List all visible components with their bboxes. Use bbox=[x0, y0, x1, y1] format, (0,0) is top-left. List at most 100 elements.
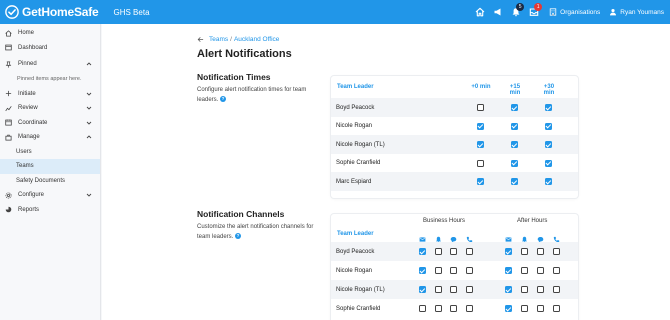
sidebar-item-coordinate[interactable]: Coordinate bbox=[0, 116, 100, 131]
help-icon[interactable]: ? bbox=[220, 96, 227, 103]
checkbox[interactable] bbox=[521, 286, 528, 293]
checkbox[interactable] bbox=[521, 305, 528, 312]
checkbox[interactable] bbox=[419, 267, 426, 274]
checkbox[interactable] bbox=[511, 122, 518, 130]
checkbox[interactable] bbox=[435, 286, 442, 293]
checkbox[interactable] bbox=[553, 286, 560, 293]
user-menu[interactable]: Ryan Youmans bbox=[609, 8, 664, 16]
coordinate-icon bbox=[4, 119, 12, 127]
checkbox[interactable] bbox=[419, 305, 426, 312]
help-icon[interactable]: ? bbox=[235, 233, 242, 240]
page-title: Alert Notifications bbox=[197, 48, 292, 60]
checkbox[interactable] bbox=[505, 267, 512, 274]
sidebar-item-dashboard[interactable]: Dashboard bbox=[0, 41, 100, 56]
chevron-up-icon bbox=[86, 135, 92, 139]
checkbox[interactable] bbox=[450, 305, 457, 312]
logo[interactable]: GetHomeSafe bbox=[5, 5, 99, 19]
team-leader-name: Sophie Cranfield bbox=[336, 305, 381, 312]
sidebar-item-label: Coordinate bbox=[18, 119, 48, 126]
sidebar-item-reports[interactable]: Reports bbox=[0, 203, 100, 218]
checkbox[interactable] bbox=[537, 305, 544, 312]
breadcrumb-teams-link[interactable]: Teams bbox=[209, 36, 228, 43]
checkbox[interactable] bbox=[537, 267, 544, 274]
environment-label: GHS Beta bbox=[113, 7, 150, 17]
megaphone-icon[interactable] bbox=[489, 0, 507, 24]
checkbox[interactable] bbox=[545, 104, 552, 111]
checkbox[interactable] bbox=[521, 248, 528, 255]
checkbox[interactable] bbox=[477, 104, 484, 111]
checkbox[interactable] bbox=[505, 248, 512, 255]
home-icon bbox=[4, 29, 12, 37]
checkbox[interactable] bbox=[419, 286, 426, 293]
building-icon bbox=[549, 8, 557, 16]
organisations-button[interactable]: Organisations bbox=[549, 8, 600, 16]
main-content: Teams / Auckland Office Alert Notificati… bbox=[102, 24, 670, 320]
team-leader-name: Sophie Cranfield bbox=[336, 160, 381, 167]
sidebar-item-label: Dashboard bbox=[18, 44, 48, 51]
checkbox[interactable] bbox=[511, 159, 518, 167]
checkbox[interactable] bbox=[450, 248, 457, 255]
sidebar-item-users[interactable]: Users bbox=[0, 145, 100, 160]
sidebar-item-home[interactable]: Home bbox=[0, 26, 100, 41]
checkbox[interactable] bbox=[553, 267, 560, 274]
sidebar-item-label: Reports bbox=[18, 206, 40, 213]
checkbox[interactable] bbox=[545, 159, 552, 167]
checkbox[interactable] bbox=[466, 267, 473, 274]
organisations-label: Organisations bbox=[560, 8, 601, 16]
checkbox[interactable] bbox=[545, 141, 552, 149]
sidebar-item-teams[interactable]: Teams bbox=[0, 159, 100, 174]
checkbox[interactable] bbox=[553, 305, 560, 312]
arrow-left-icon[interactable] bbox=[197, 36, 204, 43]
checkbox[interactable] bbox=[477, 141, 484, 149]
checkbox[interactable] bbox=[545, 122, 552, 130]
checkbox[interactable] bbox=[450, 267, 457, 274]
manage-icon bbox=[4, 133, 12, 141]
checkbox[interactable] bbox=[477, 159, 484, 167]
sidebar-item-initiate[interactable]: Initiate bbox=[0, 87, 100, 102]
phone-icon bbox=[553, 230, 560, 243]
checkbox[interactable] bbox=[466, 248, 473, 255]
description-text: Customize the alert notification channel… bbox=[197, 224, 314, 240]
after-hours-label: After Hours bbox=[517, 218, 548, 224]
chat-icon bbox=[537, 230, 544, 243]
checkbox[interactable] bbox=[545, 178, 552, 186]
checkbox[interactable] bbox=[511, 141, 518, 149]
checkbox[interactable] bbox=[477, 122, 484, 130]
inbox-count-badge: 1 bbox=[534, 3, 543, 11]
home-icon[interactable] bbox=[471, 0, 489, 24]
sidebar-item-safety-documents[interactable]: Safety Documents bbox=[0, 174, 100, 189]
column-header-time: +0 min bbox=[471, 84, 491, 90]
email-icon bbox=[419, 230, 426, 242]
checkbox[interactable] bbox=[553, 248, 560, 255]
checkbox[interactable] bbox=[477, 178, 484, 186]
breadcrumb-separator: / bbox=[230, 36, 232, 43]
sidebar-item-configure[interactable]: Configure bbox=[0, 188, 100, 203]
checkbox[interactable] bbox=[435, 248, 442, 255]
checkbox[interactable] bbox=[511, 178, 518, 186]
checkbox[interactable] bbox=[537, 286, 544, 293]
checkbox[interactable] bbox=[435, 267, 442, 274]
dashboard-icon bbox=[4, 44, 12, 52]
checkbox[interactable] bbox=[537, 248, 544, 255]
checkbox[interactable] bbox=[450, 286, 457, 293]
checkbox[interactable] bbox=[505, 305, 512, 312]
breadcrumb-office-link[interactable]: Auckland Office bbox=[234, 36, 279, 43]
checkbox[interactable] bbox=[511, 104, 518, 111]
bell-icon bbox=[521, 230, 528, 243]
checkbox[interactable] bbox=[435, 305, 442, 312]
bell-icon[interactable]: 5 bbox=[507, 0, 525, 24]
inbox-icon[interactable]: 1 bbox=[525, 0, 543, 24]
sidebar-item-review[interactable]: Review bbox=[0, 101, 100, 116]
checkbox[interactable] bbox=[466, 286, 473, 293]
checkbox[interactable] bbox=[419, 248, 426, 255]
sidebar-item-pinned[interactable]: Pinned bbox=[0, 57, 100, 72]
notification-times-table: Team Leader +0 min +15 min +30 min Boyd Peac… bbox=[331, 76, 578, 198]
table-row: Boyd Peacock bbox=[331, 98, 578, 117]
checkbox[interactable] bbox=[505, 286, 512, 293]
top-bar: GetHomeSafe GHS Beta 5 1 Organisations R… bbox=[0, 0, 670, 24]
checkbox[interactable] bbox=[521, 267, 528, 274]
checkbox[interactable] bbox=[466, 305, 473, 312]
sidebar-item-manage[interactable]: Manage bbox=[0, 130, 100, 145]
pinned-empty-note: Pinned items appear here. bbox=[17, 75, 82, 82]
sidebar-item-label: Safety Documents bbox=[16, 177, 66, 184]
